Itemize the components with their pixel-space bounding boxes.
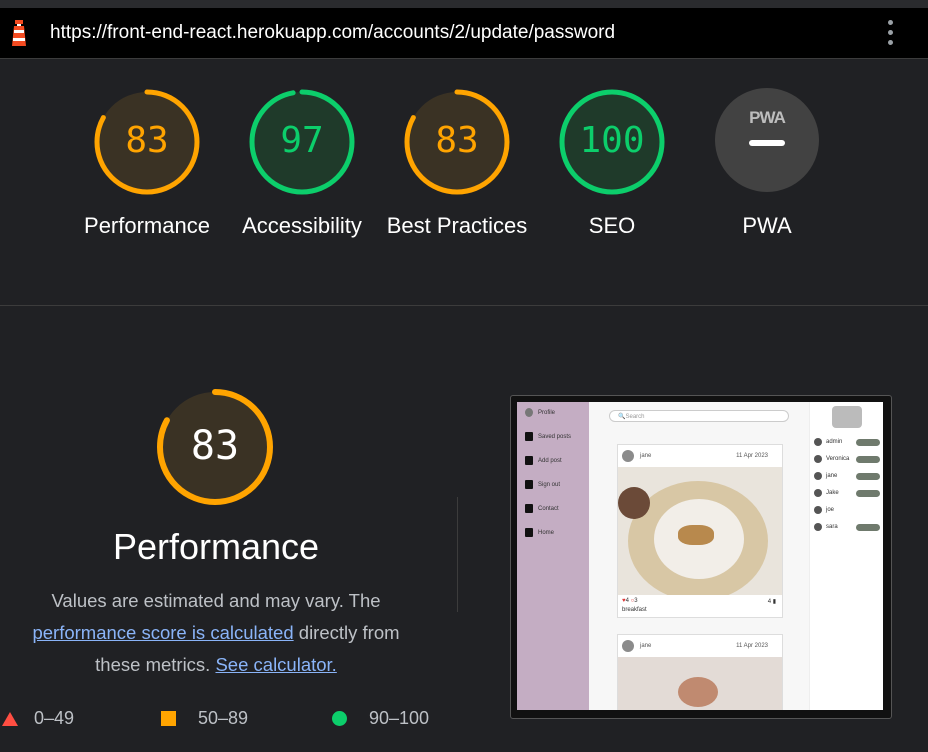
score-value: 83 (435, 120, 479, 161)
screenshot-post: jane 11 Apr 2023 (617, 634, 783, 710)
sidebar-item: Contact (525, 504, 559, 513)
final-screenshot[interactable]: Profile Saved posts Add post Sign out Co… (510, 395, 892, 719)
lighthouse-icon (12, 20, 26, 46)
gauge-performance[interactable]: 83 Performance (72, 88, 222, 242)
sidebar-item: Add post (525, 456, 562, 465)
gauge-pwa[interactable]: PWA PWA (692, 88, 842, 242)
gauge-accessibility[interactable]: 97 Accessibility (227, 88, 377, 242)
screenshot-feed: 🔍Search jane 11 Apr 2023 ♥4 ○3 4 ▮ breakf… (589, 402, 809, 710)
score-value: 97 (280, 120, 324, 161)
legend-average: 50–89 (161, 708, 248, 729)
legend-pass-range: 90–100 (369, 708, 430, 728)
score-legend: 0–49 50–89 90–100 (0, 708, 460, 732)
score-value: 100 (579, 120, 645, 161)
score-ring: 83 (403, 88, 511, 196)
page-url[interactable]: https://front-end-react.herokuapp.com/ac… (50, 22, 615, 44)
legend-fail: 0–49 (2, 708, 74, 729)
performance-heading: Performance (112, 526, 320, 567)
legend-average-range: 50–89 (198, 708, 249, 728)
performance-score: 83 (190, 423, 240, 469)
kebab-menu-icon[interactable] (888, 20, 894, 46)
legend-pass: 90–100 (332, 708, 429, 729)
score-label: Best Practices (386, 213, 528, 238)
pwa-badge-icon: PWA (715, 88, 819, 192)
legend-fail-range: 0–49 (34, 708, 75, 728)
score-label: Accessibility (242, 213, 362, 238)
screenshot-sidebar: Profile Saved posts Add post Sign out Co… (517, 402, 589, 710)
score-ring: 83 (93, 88, 201, 196)
window-top-strip (0, 0, 928, 8)
score-ring: 97 (248, 88, 356, 196)
see-calculator-link[interactable]: See calculator. (215, 654, 336, 675)
sidebar-item: Sign out (525, 480, 560, 489)
sidebar-item: Saved posts (525, 432, 571, 441)
score-label: SEO (588, 213, 636, 238)
score-gauges: 83 Performance 97 Accessibility 83 Best Pract… (0, 58, 928, 304)
performance-description: Values are estimated and may vary. The p… (10, 585, 422, 681)
vertical-separator (457, 497, 458, 612)
score-label: Performance (84, 213, 210, 238)
sidebar-item: Profile (525, 408, 555, 417)
screenshot-users: admin Veronica jane Jake joe sara (809, 402, 883, 710)
address-bar: https://front-end-react.herokuapp.com/ac… (0, 8, 928, 59)
score-ring: 100 (558, 88, 666, 196)
circle-pass-icon (332, 711, 347, 726)
screenshot-post: jane 11 Apr 2023 ♥4 ○3 4 ▮ breakfast (617, 444, 783, 618)
score-value: 83 (125, 120, 169, 161)
square-average-icon (161, 711, 176, 726)
triangle-fail-icon (2, 711, 18, 726)
section-divider (0, 305, 928, 306)
score-calculated-link[interactable]: performance score is calculated (32, 622, 293, 643)
pwa-badge-text: PWA (749, 108, 786, 127)
score-label: PWA (742, 213, 792, 238)
camera-logo-icon (832, 406, 862, 428)
gauge-seo[interactable]: 100 SEO (537, 88, 687, 242)
desc-prefix: Values are estimated and may vary. The (51, 590, 381, 611)
screenshot-image: Profile Saved posts Add post Sign out Co… (517, 402, 883, 710)
screenshot-search: 🔍Search (609, 410, 789, 422)
sidebar-item: Home (525, 528, 554, 537)
gauge-best-practices[interactable]: 83 Best Practices (382, 88, 532, 242)
